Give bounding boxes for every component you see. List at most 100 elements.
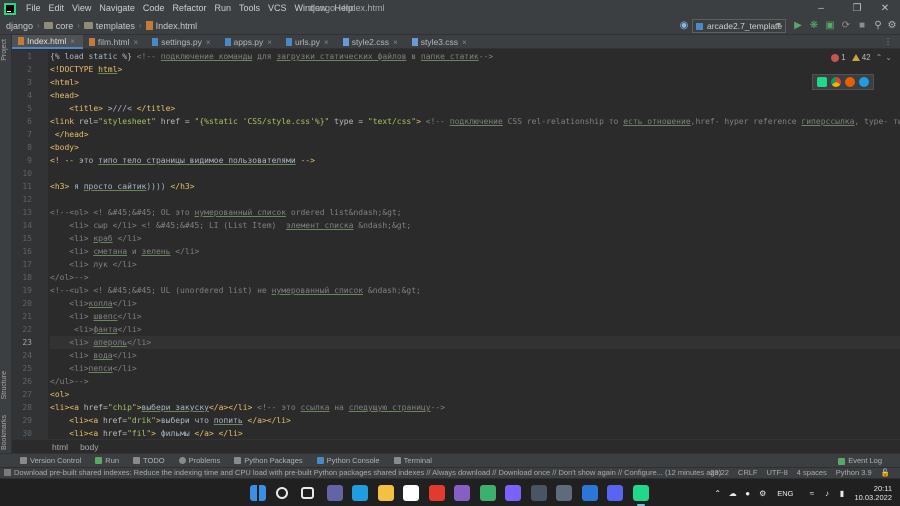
code-line[interactable]: <!DOCTYPE html> bbox=[50, 63, 900, 76]
code-line[interactable]: <li> сыр </li> <! &#45;&#45; LI (List It… bbox=[50, 219, 900, 232]
stop-icon[interactable]: ■ bbox=[856, 20, 868, 32]
menu-code[interactable]: Code bbox=[139, 0, 169, 17]
chevron-up-icon[interactable]: ⌃ bbox=[713, 489, 722, 498]
code-line[interactable]: <head> bbox=[50, 89, 900, 102]
gear-tray-icon[interactable]: ⚙ bbox=[758, 489, 767, 498]
app-tray-icon[interactable]: ● bbox=[743, 489, 752, 498]
code-line[interactable]: <li> швепс</li> bbox=[50, 310, 900, 323]
tab-style2-css[interactable]: style2.css × bbox=[337, 35, 406, 49]
run-icon[interactable]: ▶ bbox=[792, 20, 804, 32]
code-line[interactable]: <li><a href="chip">выбери закуску</a></l… bbox=[50, 401, 900, 414]
terminal-button[interactable]: Terminal bbox=[393, 456, 432, 465]
tabs-menu-icon[interactable]: ⋮ bbox=[884, 37, 892, 46]
discord-icon[interactable] bbox=[607, 485, 623, 501]
close-icon[interactable]: × bbox=[267, 38, 272, 47]
tab-style3-css[interactable]: style3.css × bbox=[406, 35, 475, 49]
python-console-button[interactable]: Python Console bbox=[316, 456, 380, 465]
menu-tools[interactable]: Tools bbox=[235, 0, 264, 17]
event-log-button[interactable]: Event Log bbox=[838, 454, 882, 468]
code-line[interactable]: <li> сметана и зелень </li> bbox=[50, 245, 900, 258]
search-icon[interactable] bbox=[275, 487, 288, 499]
profile-icon[interactable]: ⟳ bbox=[840, 20, 852, 32]
caret-position[interactable]: 23:22 bbox=[710, 468, 729, 478]
menu-vcs[interactable]: VCS bbox=[264, 0, 291, 17]
code-line[interactable]: <!--<ul> <! &#45;&#45; UL (unordered lis… bbox=[50, 284, 900, 297]
explorer-icon[interactable] bbox=[377, 485, 394, 501]
pycharm-icon[interactable] bbox=[632, 485, 649, 506]
app-photo-icon[interactable] bbox=[556, 485, 572, 501]
yandex-browser-icon[interactable] bbox=[428, 485, 445, 501]
crumb-core[interactable]: core bbox=[40, 21, 78, 31]
task-view-icon[interactable] bbox=[301, 487, 314, 499]
close-icon[interactable]: × bbox=[206, 38, 211, 47]
menu-view[interactable]: View bbox=[68, 0, 95, 17]
run-tool-button[interactable]: Run bbox=[95, 456, 119, 465]
minimize-button[interactable]: – bbox=[806, 0, 836, 17]
chrome-icon[interactable] bbox=[831, 77, 841, 87]
windows-start-icon[interactable] bbox=[250, 485, 266, 501]
bookmarks-tool-button[interactable]: Bookmarks bbox=[1, 415, 8, 450]
tab-urls-py[interactable]: urls.py × bbox=[280, 35, 337, 49]
version-control-button[interactable]: Version Control bbox=[20, 456, 81, 465]
coverage-icon[interactable]: ▣ bbox=[824, 20, 836, 32]
code-line[interactable]: <!--<ol> <! &#45;&#45; OL это нумерованн… bbox=[50, 206, 900, 219]
close-icon[interactable]: × bbox=[134, 38, 139, 47]
app-blue-icon[interactable] bbox=[581, 485, 598, 501]
code-line[interactable]: <link rel="stylesheet" href = "{%static … bbox=[50, 115, 900, 128]
code-line[interactable]: <li> краб </li> bbox=[50, 232, 900, 245]
crumb-project[interactable]: django bbox=[0, 21, 37, 31]
code-line[interactable]: <h3> я просто сайтик)))) </h3> bbox=[50, 180, 900, 193]
volume-icon[interactable]: ♪ bbox=[822, 489, 831, 498]
close-icon[interactable]: × bbox=[462, 38, 467, 47]
problems-button[interactable]: Problems bbox=[178, 456, 220, 465]
code-line[interactable]: <li> вода</li> bbox=[50, 349, 900, 362]
pycharm-preview-icon[interactable] bbox=[817, 77, 827, 87]
code-line[interactable]: </ol>--> bbox=[50, 271, 900, 284]
structure-tool-button[interactable]: Structure bbox=[1, 371, 8, 399]
code-line[interactable]: <li> лук </li> bbox=[50, 258, 900, 271]
menu-refactor[interactable]: Refactor bbox=[168, 0, 210, 17]
close-window-button[interactable]: ✕ bbox=[870, 0, 900, 17]
clock[interactable]: 20:11 10.03.2022 bbox=[854, 484, 892, 502]
cloud-icon[interactable]: ☁ bbox=[728, 489, 737, 498]
code-line[interactable] bbox=[50, 167, 900, 180]
debug-icon[interactable]: ❋ bbox=[808, 20, 820, 32]
search-everywhere-icon[interactable]: ⚲ bbox=[872, 20, 884, 32]
todo-button[interactable]: TODO bbox=[133, 456, 165, 465]
code-line[interactable]: <title> >///< </title> bbox=[50, 102, 900, 115]
chevron-down-icon[interactable]: ⌄ bbox=[885, 53, 892, 62]
edge-icon[interactable] bbox=[859, 77, 869, 87]
code-line[interactable]: </head> bbox=[50, 128, 900, 141]
code-line[interactable]: <li><a href="drik">выбери что попить </a… bbox=[50, 414, 900, 427]
inspection-widget[interactable]: 1 42 ⌃ ⌄ bbox=[831, 53, 892, 62]
run-configuration-select[interactable]: arcade2.7_template ▼ bbox=[692, 19, 786, 33]
code-line[interactable]: <li>пепси</li> bbox=[50, 362, 900, 375]
app-monitor-icon[interactable] bbox=[530, 485, 547, 501]
crumb-file[interactable]: Index.html bbox=[142, 21, 202, 31]
notification-icon[interactable] bbox=[4, 469, 11, 476]
close-icon[interactable]: × bbox=[324, 38, 329, 47]
python-packages-button[interactable]: Python Packages bbox=[234, 456, 303, 465]
file-encoding[interactable]: UTF-8 bbox=[767, 468, 788, 478]
yandex-icon[interactable] bbox=[403, 485, 419, 501]
code-line[interactable]: <li><a href="fil"> фильмы </a> </li> bbox=[50, 427, 900, 439]
tab-apps-py[interactable]: apps.py × bbox=[219, 35, 280, 49]
wifi-icon[interactable]: ≈ bbox=[807, 489, 816, 498]
menu-file[interactable]: File bbox=[22, 0, 45, 17]
tab-settings-py[interactable]: settings.py × bbox=[146, 35, 218, 49]
maximize-button[interactable]: ❐ bbox=[842, 0, 872, 17]
menu-edit[interactable]: Edit bbox=[45, 0, 69, 17]
crumb-templates[interactable]: templates bbox=[80, 21, 139, 31]
user-icon[interactable]: ◉ bbox=[678, 20, 690, 32]
tab-index-html[interactable]: Index.html × bbox=[12, 35, 83, 49]
chevron-up-icon[interactable]: ⌃ bbox=[876, 53, 883, 62]
breadcrumb-body[interactable]: body bbox=[80, 442, 98, 452]
battery-icon[interactable]: ▮ bbox=[837, 489, 846, 498]
code-line[interactable]: <li>колла</li> bbox=[50, 297, 900, 310]
code-line[interactable]: <! -- это типо тело страницы видимое пол… bbox=[50, 154, 900, 167]
visual-studio-icon[interactable] bbox=[454, 485, 470, 501]
settings-gear-icon[interactable]: ⚙ bbox=[886, 20, 898, 32]
menu-run[interactable]: Run bbox=[210, 0, 235, 17]
close-icon[interactable]: × bbox=[393, 38, 398, 47]
close-icon[interactable]: × bbox=[70, 37, 75, 46]
